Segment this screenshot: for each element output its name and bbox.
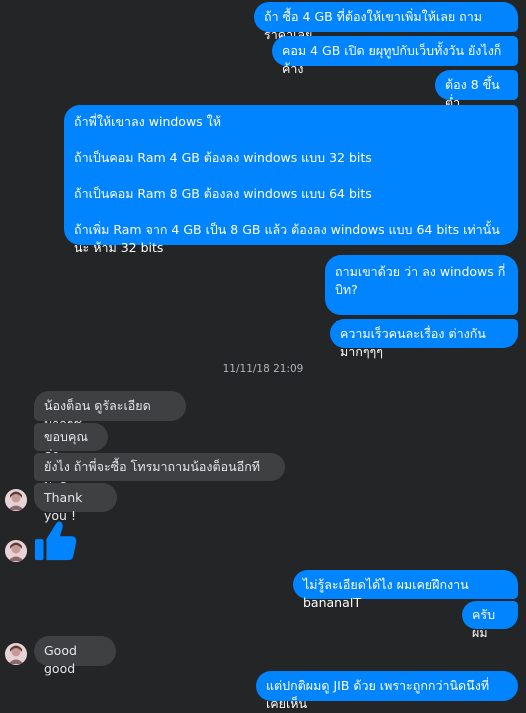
incoming-message[interactable]: น้องต็อน ดูรัละเอียดมากๆช <box>34 391 186 431</box>
outgoing-message[interactable]: ถ้าพี่ให้เขาลง windows ให้ ถ้าเป็นคอม Ra… <box>64 105 518 255</box>
outgoing-message[interactable]: ถ้า ซื้อ 4 GB ที่ต้องให้เขาเพิ่มให้เลย ถ… <box>254 2 518 42</box>
incoming-message[interactable]: Good good <box>34 636 116 676</box>
incoming-message[interactable]: Thank you ! <box>34 483 117 523</box>
avatar-image <box>5 643 27 665</box>
avatar-image <box>5 540 27 562</box>
outgoing-message[interactable]: คอม 4 GB เปิด ยผุทูปกับเว็บทั้งวัน ยังไง… <box>272 36 518 76</box>
chat-thread: ถ้า ซื้อ 4 GB ที่ต้องให้เขาเพิ่มให้เลย ถ… <box>0 0 526 711</box>
avatar[interactable] <box>5 540 27 562</box>
avatar[interactable] <box>5 489 27 511</box>
incoming-message[interactable]: ยังไง ถ้าพี่จะซื้อ โทรมาถามน้องต็อนอีกที… <box>34 453 285 492</box>
outgoing-message[interactable]: ต้อง 8 ขึ้นต่ำ <box>435 70 518 110</box>
outgoing-message[interactable]: ความเร็วคนละเรื่อง ต่างกันมากๆๆๆ <box>330 319 518 359</box>
timestamp: 11/11/18 21:09 <box>222 363 304 375</box>
outgoing-message[interactable]: ครับผม <box>462 601 518 640</box>
outgoing-message[interactable]: ไม่รู้ละเอียดได้ไง ผมเคยฝึกงาน bananaIT <box>293 570 518 610</box>
incoming-message[interactable]: ขอบคุณค่า <box>34 423 108 462</box>
thumbs-up-icon[interactable] <box>33 518 79 564</box>
avatar[interactable] <box>5 643 27 665</box>
outgoing-message[interactable]: ถามเขาด้วย ว่า ลง windows กี่บิท? 32 หรื… <box>325 255 518 333</box>
outgoing-message[interactable]: แต่ปกติผมดู JIB ด้วย เพราะถูกกว่านิดนึงท… <box>256 671 518 711</box>
avatar-image <box>5 489 27 511</box>
